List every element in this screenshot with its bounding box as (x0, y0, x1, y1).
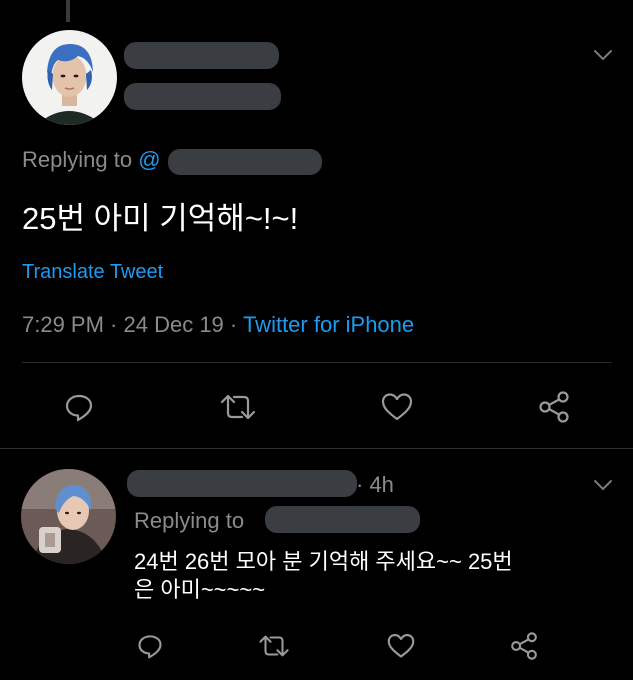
reply-replying-handle-redacted[interactable] (265, 506, 420, 533)
chevron-down-icon (594, 50, 612, 60)
replying-to-at[interactable]: @ (138, 147, 160, 172)
meta-divider (22, 362, 612, 363)
retweet-button[interactable] (218, 391, 258, 423)
main-tweet-text: 25번 아미 기억해~!~! (22, 201, 299, 236)
reply-text-line-2: 은 아미~~~~~ (134, 577, 266, 602)
meta-separator: · (223, 312, 243, 337)
tweet-date: 24 Dec 19 (123, 312, 224, 337)
main-handle-redacted (124, 83, 281, 110)
retweet-icon (259, 635, 289, 657)
reply-button[interactable] (63, 391, 95, 423)
reply-tweet-text: 24번 26번 모아 분 기억해 주세요~~ 25번 은 아미~~~~~ (134, 548, 513, 604)
thread-line (66, 0, 70, 22)
translate-tweet-link[interactable]: Translate Tweet (22, 261, 163, 284)
main-avatar[interactable] (22, 30, 117, 125)
reply-reply-button[interactable] (136, 632, 164, 660)
reply-text-line-1: 24번 26번 모아 분 기억해 주세요~~ 25번 (134, 549, 513, 574)
replying-to-label: Replying to (22, 147, 133, 172)
tweet-source-link[interactable]: Twitter for iPhone (243, 312, 414, 337)
reply-display-name-redacted (127, 470, 357, 497)
replying-to-handle-redacted[interactable] (168, 149, 322, 175)
heart-icon (387, 634, 415, 658)
reply-icon (138, 635, 162, 659)
reply-tweet-menu[interactable] (592, 476, 614, 494)
share-button[interactable] (537, 391, 571, 423)
meta-separator: · (103, 312, 124, 337)
reply-like-button[interactable] (386, 632, 416, 660)
tweet-meta: 7:29 PM · 24 Dec 19 · Twitter for iPhone (22, 312, 414, 338)
chevron-down-icon (594, 480, 612, 490)
retweet-icon (220, 394, 256, 420)
heart-icon (381, 393, 413, 421)
reply-icon (65, 394, 93, 422)
reply-share-button[interactable] (509, 632, 539, 660)
share-icon (539, 391, 569, 423)
reply-replying-to: Replying to (134, 508, 245, 533)
main-tweet-menu[interactable] (592, 46, 614, 64)
tweet-divider (0, 448, 633, 449)
reply-age: · 4h (356, 472, 394, 497)
main-display-name-redacted (124, 42, 279, 69)
main-replying-to: Replying to @ (22, 147, 161, 173)
reply-retweet-button[interactable] (257, 632, 291, 660)
like-button[interactable] (380, 391, 414, 423)
share-icon (511, 632, 537, 660)
reply-avatar[interactable] (21, 469, 116, 564)
tweet-time: 7:29 PM (22, 312, 104, 337)
